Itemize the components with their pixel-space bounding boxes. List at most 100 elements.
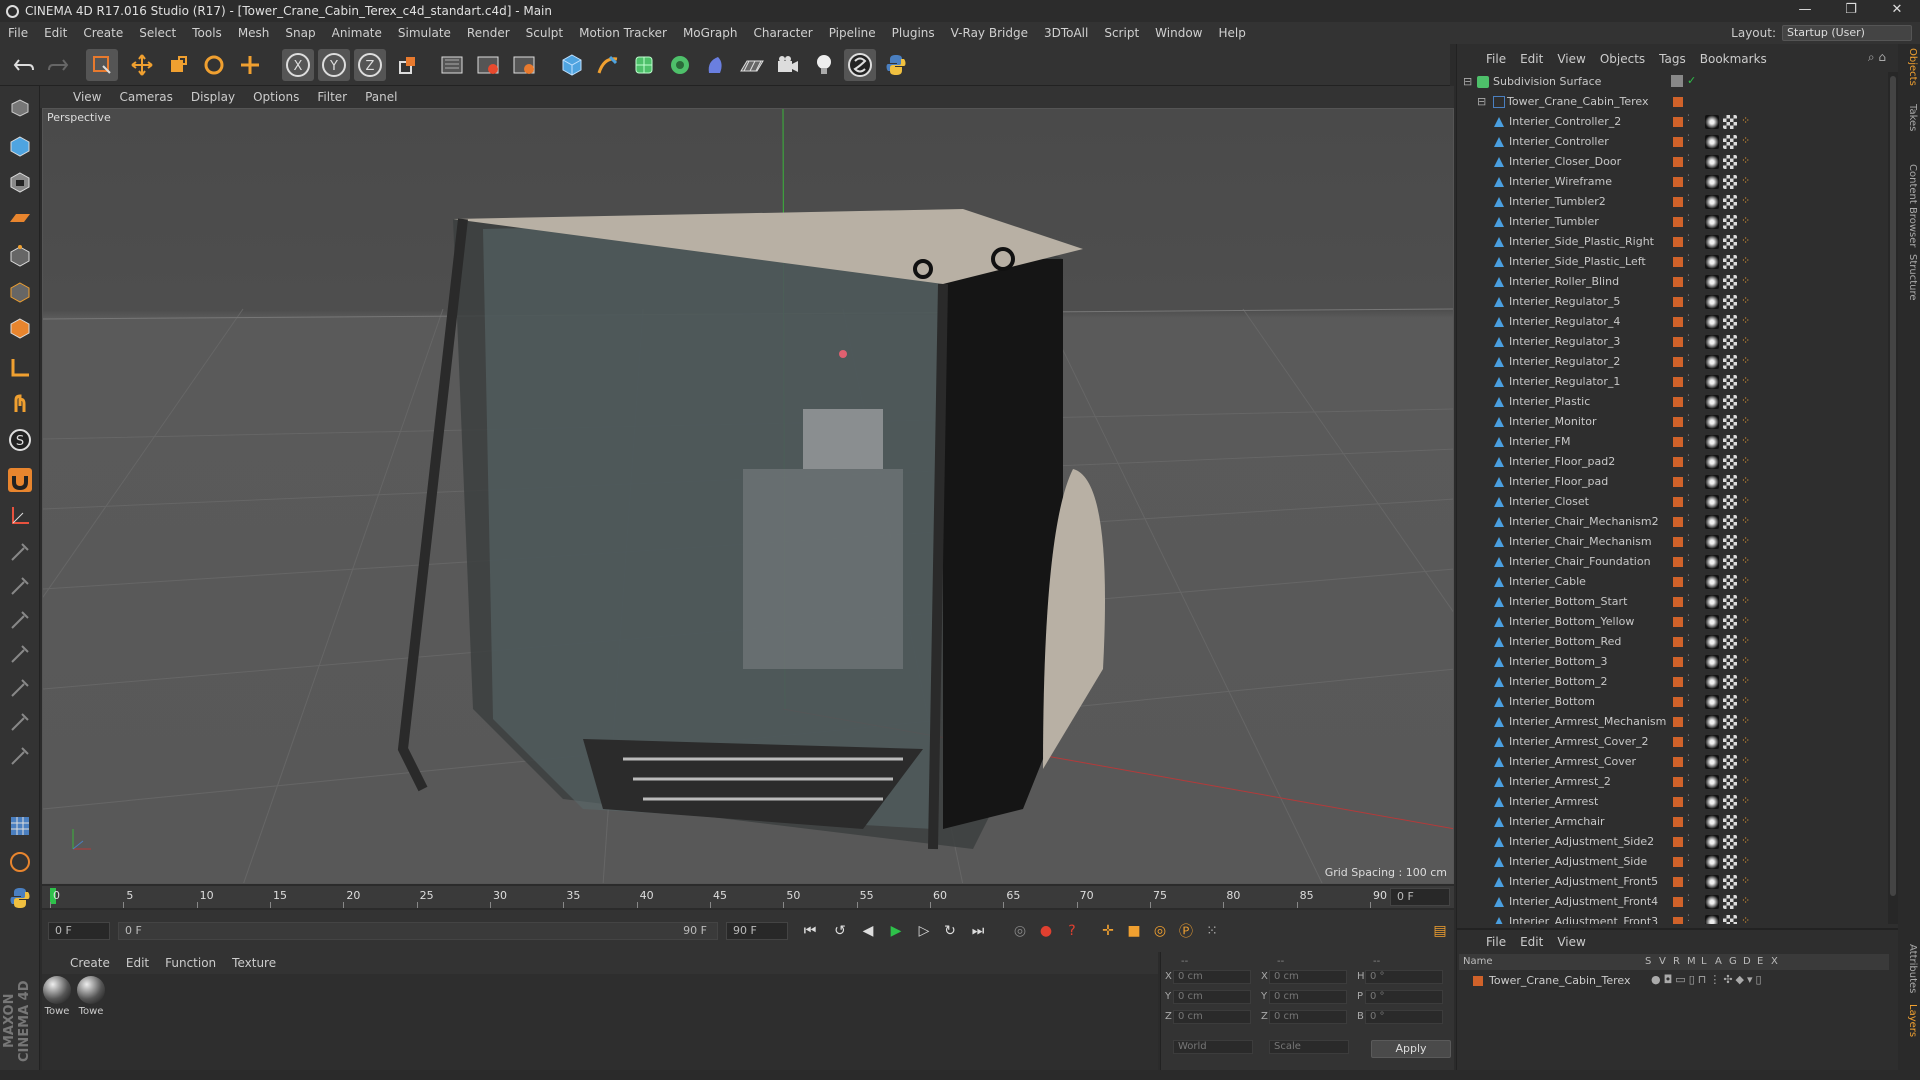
visibility-dots-icon[interactable]: ⁚ [1687,494,1690,504]
light-icon[interactable] [808,49,840,81]
texture-tag-icon[interactable] [1723,495,1737,509]
layer-color-swatch[interactable] [1673,437,1683,447]
timeline-window-icon[interactable]: ▤ [1428,919,1452,943]
tree-row[interactable]: Interier_Chair_Mechanism2 ⁚ ⁘ [1457,512,1889,532]
deformer-icon[interactable] [700,49,732,81]
phong-tag-icon[interactable]: ⁘ [1741,634,1750,647]
phong-tag-icon[interactable]: ⁘ [1741,174,1750,187]
viewport-menu-panel[interactable]: Panel [356,90,406,104]
texture-tag-icon[interactable] [1723,635,1737,649]
layer-color-swatch[interactable] [1673,397,1683,407]
material-tag-icon[interactable] [1705,355,1719,369]
material-tag-icon[interactable] [1705,115,1719,129]
visibility-dots-icon[interactable]: ⁚ [1687,534,1690,544]
phong-tag-icon[interactable]: ⁘ [1741,214,1750,227]
visibility-dots-icon[interactable]: ⁚ [1687,714,1690,724]
layer-menu-view[interactable]: View [1550,935,1592,949]
layer-color-swatch[interactable] [1673,357,1683,367]
material-tag-icon[interactable] [1705,195,1719,209]
material-tag-icon[interactable] [1705,415,1719,429]
texture-tag-icon[interactable] [1723,755,1737,769]
tree-row[interactable]: Interier_Roller_Blind ⁚ ⁘ [1457,272,1889,292]
menu-mesh[interactable]: Mesh [230,26,278,40]
material-tag-icon[interactable] [1705,915,1719,924]
layer-column-name[interactable]: Name [1463,956,1493,967]
coord-field-p[interactable]: 0 ° [1365,990,1443,1004]
tree-row[interactable]: Interier_Monitor ⁚ ⁘ [1457,412,1889,432]
visibility-dots-icon[interactable]: ⁚ [1687,874,1690,884]
texture-tag-icon[interactable] [1723,195,1737,209]
side-tab-structure[interactable]: Structure [1900,254,1918,301]
pen-spline-icon[interactable] [592,49,624,81]
layer-color-swatch[interactable] [1673,237,1683,247]
menu-v-ray-bridge[interactable]: V-Ray Bridge [943,26,1036,40]
tree-row[interactable]: Interier_Side_Plastic_Left ⁚ ⁘ [1457,252,1889,272]
coord-field-y[interactable]: 0 cm [1173,990,1251,1004]
side-tab-takes[interactable]: Takes [1900,104,1918,131]
layer-column-r[interactable]: R [1673,956,1680,967]
x-axis-lock-icon[interactable]: X [282,49,314,81]
tree-row[interactable]: Interier_Bottom_Red ⁚ ⁘ [1457,632,1889,652]
phong-tag-icon[interactable]: ⁘ [1741,574,1750,587]
phong-tag-icon[interactable]: ⁘ [1741,274,1750,287]
material-tag-icon[interactable] [1705,215,1719,229]
layout-dropdown[interactable]: Startup (User) [1782,25,1912,41]
texture-tag-icon[interactable] [1723,135,1737,149]
menu-pipeline[interactable]: Pipeline [821,26,884,40]
phong-tag-icon[interactable]: ⁘ [1741,874,1750,887]
material-tag-icon[interactable] [1705,875,1719,889]
layer-color-swatch[interactable] [1673,417,1683,427]
visibility-dots-icon[interactable]: ⁚ [1687,294,1690,304]
layer-color-swatch[interactable] [1673,737,1683,747]
object-menu-edit[interactable]: Edit [1513,52,1550,66]
menu-help[interactable]: Help [1210,26,1253,40]
visibility-dots-icon[interactable]: ⁚ [1687,254,1690,264]
tree-row[interactable]: Interier_Adjustment_Side2 ⁚ ⁘ [1457,832,1889,852]
layer-color-swatch[interactable] [1673,557,1683,567]
coord-field-x[interactable]: 0 cm [1269,970,1347,984]
visibility-dots-icon[interactable]: ⁚ [1687,654,1690,664]
render-view-icon[interactable] [436,49,468,81]
tree-row[interactable]: Interier_Floor_pad ⁚ ⁘ [1457,472,1889,492]
edges-mode-icon[interactable] [4,276,36,308]
coord-field-z[interactable]: 0 cm [1173,1010,1251,1024]
object-manager-scrollbar[interactable] [1888,72,1898,924]
material-menu-edit[interactable]: Edit [118,956,157,970]
visibility-dots-icon[interactable]: ⁚ [1687,414,1690,424]
viewport-menu-cameras[interactable]: Cameras [110,90,181,104]
menu-plugins[interactable]: Plugins [884,26,943,40]
phong-tag-icon[interactable]: ⁘ [1741,354,1750,367]
next-frame-icon[interactable]: ▷ [912,919,936,943]
y-axis-lock-icon[interactable]: Y [318,49,350,81]
phong-tag-icon[interactable]: ⁘ [1741,374,1750,387]
texture-mode-icon[interactable] [4,166,36,198]
coord-field-y[interactable]: 0 cm [1269,990,1347,1004]
material-tag-icon[interactable] [1705,615,1719,629]
tree-row[interactable]: Interier_Controller ⁚ ⁘ [1457,132,1889,152]
material-tag-icon[interactable] [1705,455,1719,469]
menu-snap[interactable]: Snap [277,26,323,40]
menu-animate[interactable]: Animate [324,26,390,40]
render-settings-icon[interactable] [508,49,540,81]
menu-window[interactable]: Window [1147,26,1210,40]
phong-tag-icon[interactable]: ⁘ [1741,534,1750,547]
visibility-dots-icon[interactable]: ⁚ [1687,234,1690,244]
object-menu-objects[interactable]: Objects [1593,52,1652,66]
visibility-dots-icon[interactable]: ⁚ [1687,834,1690,844]
texture-tag-icon[interactable] [1723,115,1737,129]
subdivision-surface-icon[interactable] [628,49,660,81]
texture-tag-icon[interactable] [1723,695,1737,709]
layer-color-swatch[interactable] [1673,177,1683,187]
snap-icon[interactable]: S [4,424,36,456]
menu-file[interactable]: File [0,26,36,40]
tree-row[interactable]: Interier_Closer_Door ⁚ ⁘ [1457,152,1889,172]
key-pla-icon[interactable]: ⁙ [1200,919,1224,943]
transform-mode-dropdown[interactable]: Scale [1269,1040,1349,1054]
menu-character[interactable]: Character [745,26,820,40]
visibility-dots-icon[interactable]: ⁚ [1687,114,1690,124]
visibility-dots-icon[interactable]: ⁚ [1687,174,1690,184]
phong-tag-icon[interactable]: ⁘ [1741,854,1750,867]
tree-row[interactable]: Interier_Adjustment_Front4 ⁚ ⁘ [1457,892,1889,912]
coord-field-z[interactable]: 0 cm [1269,1010,1347,1024]
z-axis-lock-icon[interactable]: Z [354,49,386,81]
